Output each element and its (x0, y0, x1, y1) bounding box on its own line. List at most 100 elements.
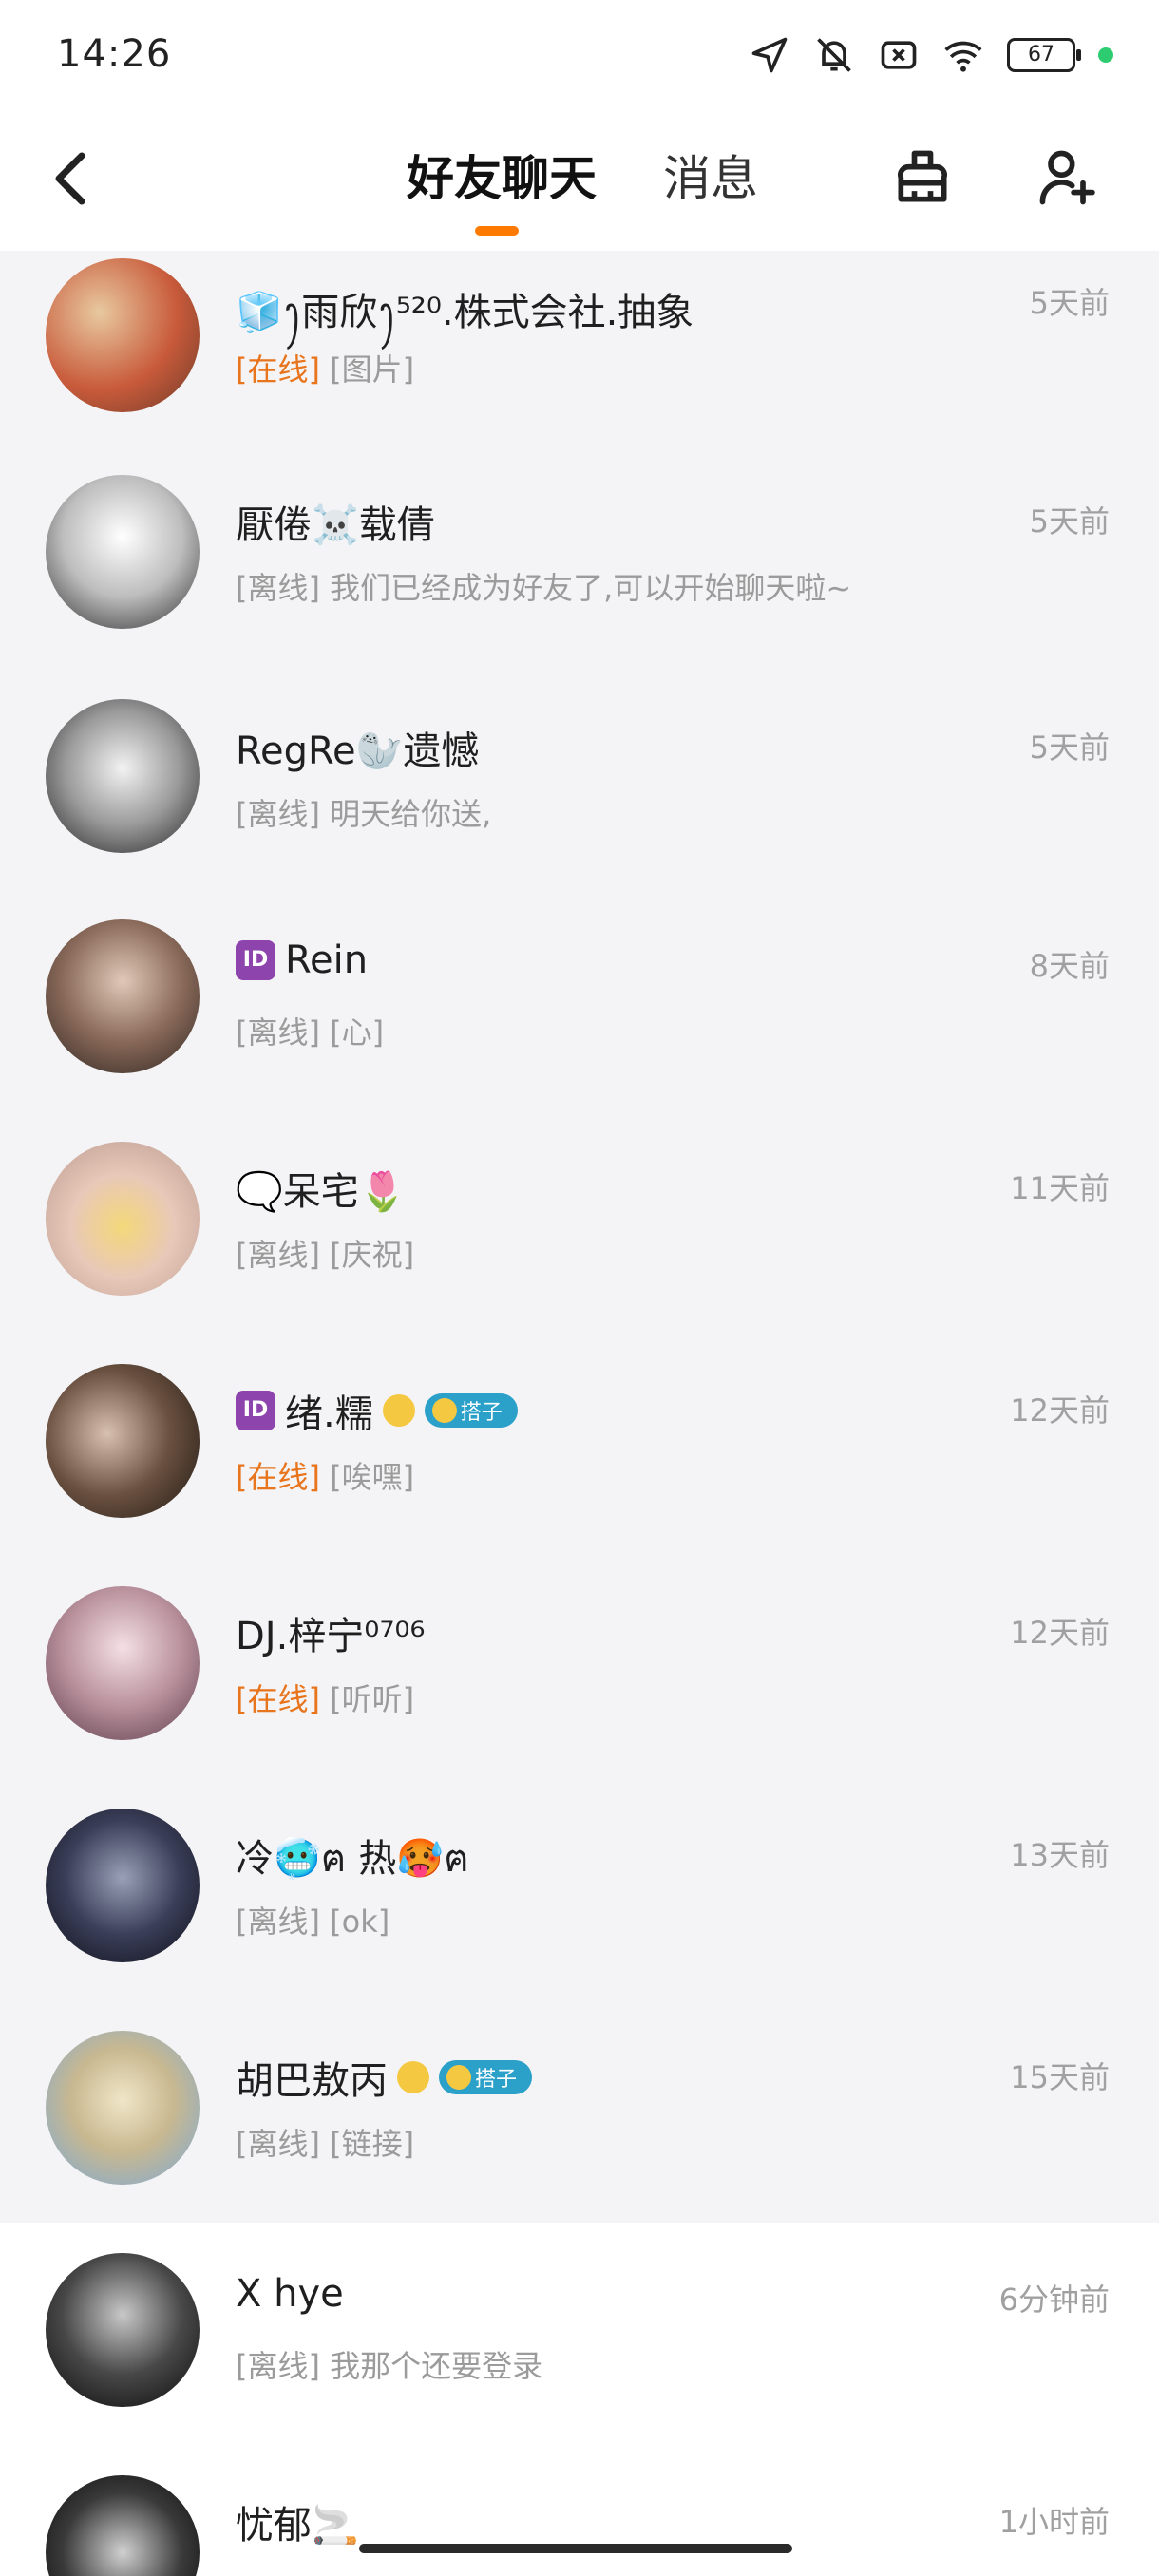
wifi-icon (944, 41, 982, 72)
message-preview: [离线] [链接] (236, 2120, 414, 2164)
contact-name: 🗨️呆宅🌷 (236, 1170, 407, 1214)
last-message: 我们已经成为好友了,可以开始聊天啦~ (319, 570, 852, 606)
contact-name: 🧊ꫂ雨欣ꫂ⁵²⁰.株式会社.抽象 (236, 291, 694, 334)
emoji-icon (446, 2065, 471, 2090)
emoji-icon (431, 1398, 457, 1423)
avatar (46, 1809, 200, 1962)
chat-item[interactable]: ID Rein [离线] [心] 8天前 (0, 889, 1159, 1111)
last-message: [图片] (319, 351, 415, 388)
contact-name: ID 绪.糯 搭子 (236, 1383, 518, 1438)
avatar (46, 475, 200, 629)
contact-name: 忧郁🚬 (236, 2504, 359, 2548)
avatar (46, 919, 200, 1073)
message-preview: [在线] [图片] (236, 346, 414, 389)
presence-status: [离线] (236, 1237, 320, 1273)
status-icons: 67 (749, 34, 1113, 76)
broom-clean-icon (898, 150, 947, 202)
chevron-left-icon (55, 152, 86, 205)
add-user-icon (1039, 150, 1095, 205)
presence-status: [在线] (236, 1459, 320, 1495)
tab-messages[interactable]: 消息 (663, 141, 758, 209)
presence-status: [离线] (236, 1014, 320, 1051)
last-message: [唉嘿] (319, 1459, 415, 1495)
location-icon (751, 37, 788, 73)
chat-item[interactable]: DJ.梓宁⁰⁷⁰⁶ [在线] [听听] 12天前 (0, 1556, 1159, 1778)
presence-status: [在线] (236, 1681, 320, 1717)
presence-status: [离线] (236, 2126, 320, 2162)
sunglasses-emoji-icon (397, 2061, 429, 2093)
back-button[interactable] (42, 141, 99, 217)
last-message: [庆祝] (319, 1237, 415, 1273)
chat-time: 6分钟前 (998, 2282, 1110, 2318)
contact-name: RegRe🦭遗憾 (236, 729, 480, 773)
sunglasses-emoji-icon (382, 1394, 415, 1427)
top-nav: 好友聊天 消息 (0, 112, 1159, 251)
chat-time: 13天前 (1010, 1837, 1110, 1873)
chat-time: 12天前 (1010, 1615, 1110, 1651)
avatar (46, 1586, 200, 1740)
sim-off-icon (881, 41, 917, 69)
chat-item[interactable]: 冷🥶ฅ 热🥵ฅ [离线] [ok] 13天前 (0, 1778, 1159, 2000)
chat-list: 🧊ꫂ雨欣ꫂ⁵²⁰.株式会社.抽象 [在线] [图片] 5天前 厭倦☠️载倩 [离… (0, 251, 1159, 2576)
chat-time: 1小时前 (998, 2504, 1110, 2540)
contact-name: 胡巴敖丙 搭子 (236, 2050, 533, 2105)
bell-off-icon (817, 38, 851, 72)
status-time: 14:26 (57, 32, 172, 76)
home-indicator[interactable] (359, 2544, 792, 2553)
avatar (46, 2031, 200, 2185)
chat-item[interactable]: ID 绪.糯 搭子 [在线] [唉嘿] 12天前 (0, 1334, 1159, 1556)
chat-item[interactable]: 🧊ꫂ雨欣ꫂ⁵²⁰.株式会社.抽象 [在线] [图片] 5天前 (0, 251, 1159, 445)
last-message: [链接] (319, 2126, 415, 2162)
message-preview: [在线] [听听] (236, 1676, 414, 1719)
presence-status: [离线] (236, 570, 320, 606)
presence-status: [离线] (236, 2348, 320, 2384)
message-preview: [离线] [ok] (236, 1898, 390, 1941)
chat-item[interactable]: 忧郁🚬 1小时前 (0, 2445, 1159, 2576)
presence-status: [离线] (236, 1904, 320, 1940)
avatar (46, 258, 200, 412)
last-message: [心] (319, 1014, 385, 1051)
chat-time: 15天前 (1010, 2059, 1110, 2095)
avatar (46, 1142, 200, 1296)
chat-time: 11天前 (1010, 1170, 1110, 1206)
tab-friends-chat[interactable]: 好友聊天 (407, 141, 597, 209)
battery-indicator: 67 (1007, 38, 1081, 72)
message-preview: [在线] [唉嘿] (236, 1453, 414, 1497)
add-friend-button[interactable] (1024, 135, 1110, 220)
partner-badge: 搭子 (439, 2060, 533, 2094)
message-preview: [离线] [庆祝] (236, 1231, 414, 1275)
presence-status: [在线] (236, 351, 320, 388)
contact-name: X hye (236, 2272, 344, 2316)
id-badge-icon: ID (236, 940, 276, 980)
chat-time: 5天前 (1029, 285, 1110, 321)
avatar (46, 699, 200, 853)
chat-item[interactable]: 厭倦☠️载倩 [离线] 我们已经成为好友了,可以开始聊天啦~ 5天前 (0, 445, 1159, 667)
clean-button[interactable] (880, 135, 965, 220)
privacy-dot (1098, 47, 1113, 63)
avatar (46, 1364, 200, 1518)
message-preview: [离线] 我那个还要登录 (236, 2342, 542, 2386)
presence-status: [离线] (236, 796, 320, 832)
contact-name: DJ.梓宁⁰⁷⁰⁶ (236, 1615, 426, 1658)
last-message: [听听] (319, 1681, 415, 1717)
avatar (46, 2475, 200, 2576)
contact-name: 冷🥶ฅ 热🥵ฅ (236, 1837, 469, 1881)
chat-item[interactable]: RegRe🦭遗憾 [离线] 明天给你送, 5天前 (0, 667, 1159, 889)
chat-item[interactable]: 胡巴敖丙 搭子 [离线] [链接] 15天前 (0, 2000, 1159, 2223)
last-message: 我那个还要登录 (319, 2348, 543, 2384)
chat-time: 8天前 (1029, 948, 1110, 984)
id-badge-icon: ID (236, 1391, 276, 1430)
contact-name: ID Rein (236, 938, 368, 982)
chat-item[interactable]: 🗨️呆宅🌷 [离线] [庆祝] 11天前 (0, 1111, 1159, 1334)
chat-time: 5天前 (1029, 729, 1110, 766)
avatar (46, 2253, 200, 2407)
status-bar: 14:26 67 (0, 0, 1159, 112)
last-message: [ok] (319, 1904, 390, 1940)
active-tab-indicator (475, 226, 519, 236)
message-preview: [离线] 我们已经成为好友了,可以开始聊天啦~ (236, 564, 851, 608)
chat-time: 12天前 (1010, 1392, 1110, 1429)
message-preview: [离线] [心] (236, 1009, 384, 1052)
chat-item[interactable]: X hye [离线] 我那个还要登录 6分钟前 (0, 2223, 1159, 2445)
last-message: 明天给你送, (319, 796, 492, 832)
message-preview: [离线] 明天给你送, (236, 790, 491, 834)
